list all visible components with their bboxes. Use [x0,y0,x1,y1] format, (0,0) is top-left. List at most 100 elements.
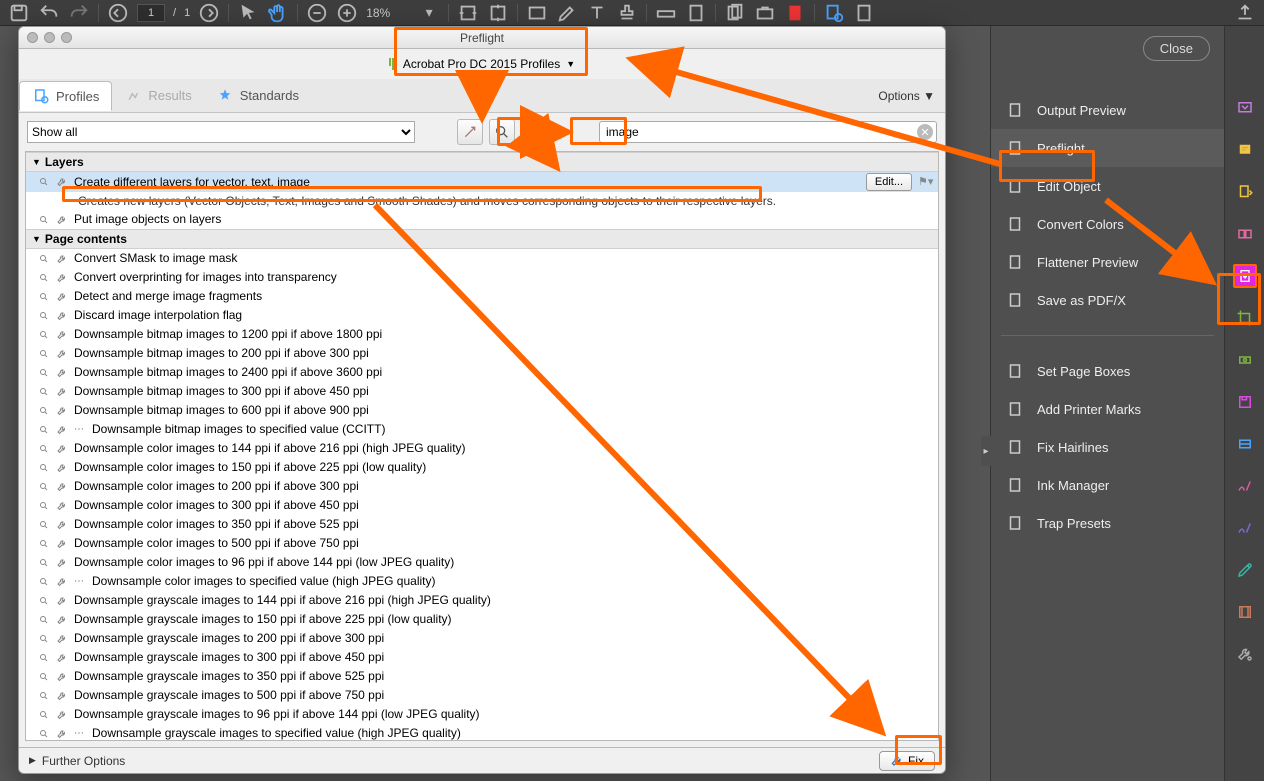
red-doc-icon[interactable] [784,2,806,24]
fixups-tree[interactable]: ▼LayersCreate different layers for vecto… [25,151,939,741]
undo-icon[interactable] [38,2,60,24]
copy-icon[interactable] [724,2,746,24]
ruler-icon[interactable] [655,2,677,24]
panel-item-set-page-boxes[interactable]: Set Page Boxes [991,352,1224,390]
panel-item-convert-colors[interactable]: Convert Colors [991,205,1224,243]
doc-export-icon[interactable] [853,2,875,24]
search-input[interactable] [599,121,937,143]
redo-icon[interactable] [68,2,90,24]
group-layers[interactable]: ▼Layers [26,152,938,172]
fixup-row[interactable]: Downsample color images to 300 ppi if ab… [26,496,938,515]
further-options-row[interactable]: ▶ Further Options Fix [19,747,945,773]
fixup-row[interactable]: Downsample bitmap images to 200 ppi if a… [26,344,938,363]
panel-item-edit-object[interactable]: Edit Object [991,167,1224,205]
panel-item-preflight[interactable]: Preflight [991,129,1224,167]
fixup-row[interactable]: Discard image interpolation flag [26,306,938,325]
fixup-row[interactable]: Downsample bitmap images to 600 ppi if a… [26,401,938,420]
showall-select[interactable]: Show all [27,121,415,143]
share-icon[interactable] [1234,2,1256,24]
panel-item-ink-manager[interactable]: Ink Manager [991,466,1224,504]
chevron-down-icon[interactable]: ▾ [418,2,440,24]
fit-page-icon[interactable] [487,2,509,24]
group-page-contents[interactable]: ▼Page contents [26,229,938,249]
fixup-row[interactable]: Downsample color images to 500 ppi if ab… [26,534,938,553]
fixup-row[interactable]: Downsample bitmap images to 300 ppi if a… [26,382,938,401]
scan-icon[interactable] [1233,432,1257,456]
fixup-row[interactable]: Downsample grayscale images to 96 ppi if… [26,705,938,724]
organize-icon[interactable] [1233,222,1257,246]
fixup-row[interactable]: Convert SMask to image mask [26,249,938,268]
fixup-row[interactable]: Downsample color images to 200 ppi if ab… [26,477,938,496]
panel-item-flattener-preview[interactable]: Flattener Preview [991,243,1224,281]
fixup-row[interactable]: Downsample bitmap images to 1200 ppi if … [26,325,938,344]
fixup-row[interactable]: Downsample color images to 350 ppi if ab… [26,515,938,534]
fixup-row[interactable]: Downsample color images to 96 ppi if abo… [26,553,938,572]
close-button[interactable]: Close [1143,36,1210,61]
fixup-row[interactable]: Downsample grayscale images to 300 ppi i… [26,648,938,667]
crop-icon[interactable] [1233,306,1257,330]
link-icon[interactable] [526,2,548,24]
prev-page-icon[interactable] [107,2,129,24]
fixup-row[interactable]: Convert overprinting for images into tra… [26,268,938,287]
stamp-icon[interactable] [616,2,638,24]
fixup-row[interactable]: Downsample bitmap images to 2400 ppi if … [26,363,938,382]
text-icon[interactable] [586,2,608,24]
fixup-row[interactable]: Create different layers for vector, text… [26,172,938,192]
hand-icon[interactable] [267,2,289,24]
measure-icon[interactable] [685,2,707,24]
save-alt-icon[interactable] [1233,390,1257,414]
fixup-row[interactable]: Downsample color images to 144 ppi if ab… [26,439,938,458]
panel-item-fix-hairlines[interactable]: Fix Hairlines [991,428,1224,466]
pointer-icon[interactable] [237,2,259,24]
profiles-dropdown[interactable]: Acrobat Pro DC 2015 Profiles ▼ [380,54,584,74]
note-icon[interactable] [1233,138,1257,162]
fixup-row[interactable]: ⋯Downsample bitmap images to specified v… [26,420,938,439]
inspect-icon-button[interactable] [489,119,515,145]
panel-item-save-as-pdf-x[interactable]: Save as PDF/X [991,281,1224,319]
print-prod-icon[interactable] [1233,348,1257,372]
wizard-icon-button[interactable] [457,119,483,145]
fixup-icon-button[interactable] [521,119,547,145]
fit-width-icon[interactable] [457,2,479,24]
zoom-level[interactable]: 18% [366,6,410,20]
panel-item-add-printer-marks[interactable]: Add Printer Marks [991,390,1224,428]
save-icon[interactable] [8,2,30,24]
comment-icon[interactable] [1233,96,1257,120]
fixup-row[interactable]: Downsample grayscale images to 144 ppi i… [26,591,938,610]
tab-profiles[interactable]: Profiles [19,81,112,111]
flag-menu-icon[interactable]: ⚑▾ [918,174,932,191]
zoom-out-icon[interactable] [306,2,328,24]
fixup-row[interactable]: Downsample grayscale images to 500 ppi i… [26,686,938,705]
sign2-icon[interactable] [1233,516,1257,540]
fixup-row[interactable]: ⋯Downsample color images to specified va… [26,572,938,591]
zoom-in-icon[interactable] [336,2,358,24]
clear-search-icon[interactable]: ✕ [917,124,933,140]
sign-icon[interactable] [1233,474,1257,498]
fixup-row[interactable]: Downsample grayscale images to 350 ppi i… [26,667,938,686]
fixup-row[interactable]: Downsample color images to 150 ppi if ab… [26,458,938,477]
fixup-row[interactable]: ⋯Downsample grayscale images to specifie… [26,724,938,741]
more-tools-icon[interactable] [1233,642,1257,666]
tab-standards[interactable]: Standards [204,82,311,110]
fixup-row[interactable]: Detect and merge image fragments [26,287,938,306]
options-menu[interactable]: Options ▼ [878,89,935,103]
preflight-small-icon[interactable] [823,2,845,24]
export-icon[interactable] [1233,180,1257,204]
collapse-panel-icon[interactable]: ▸ [981,436,991,466]
fixup-row[interactable]: Downsample grayscale images to 200 ppi i… [26,629,938,648]
panel-item-output-preview[interactable]: Output Preview [991,91,1224,129]
edit-icon[interactable] [556,2,578,24]
next-page-icon[interactable] [198,2,220,24]
fixup-row[interactable]: Put image objects on layers [26,210,938,229]
video-icon[interactable] [1233,600,1257,624]
tab-results[interactable]: Results [112,82,203,110]
briefcase-icon[interactable] [754,2,776,24]
fixup-row[interactable]: Downsample grayscale images to 150 ppi i… [26,610,938,629]
pen-icon[interactable] [1233,558,1257,582]
fix-button[interactable]: Fix [879,751,935,771]
dialog-titlebar[interactable]: Preflight [19,27,945,49]
panel-item-trap-presets[interactable]: Trap Presets [991,504,1224,542]
page-current-input[interactable] [137,4,165,22]
edit-button[interactable]: Edit... [866,173,912,191]
enhance-icon[interactable] [1233,264,1257,288]
